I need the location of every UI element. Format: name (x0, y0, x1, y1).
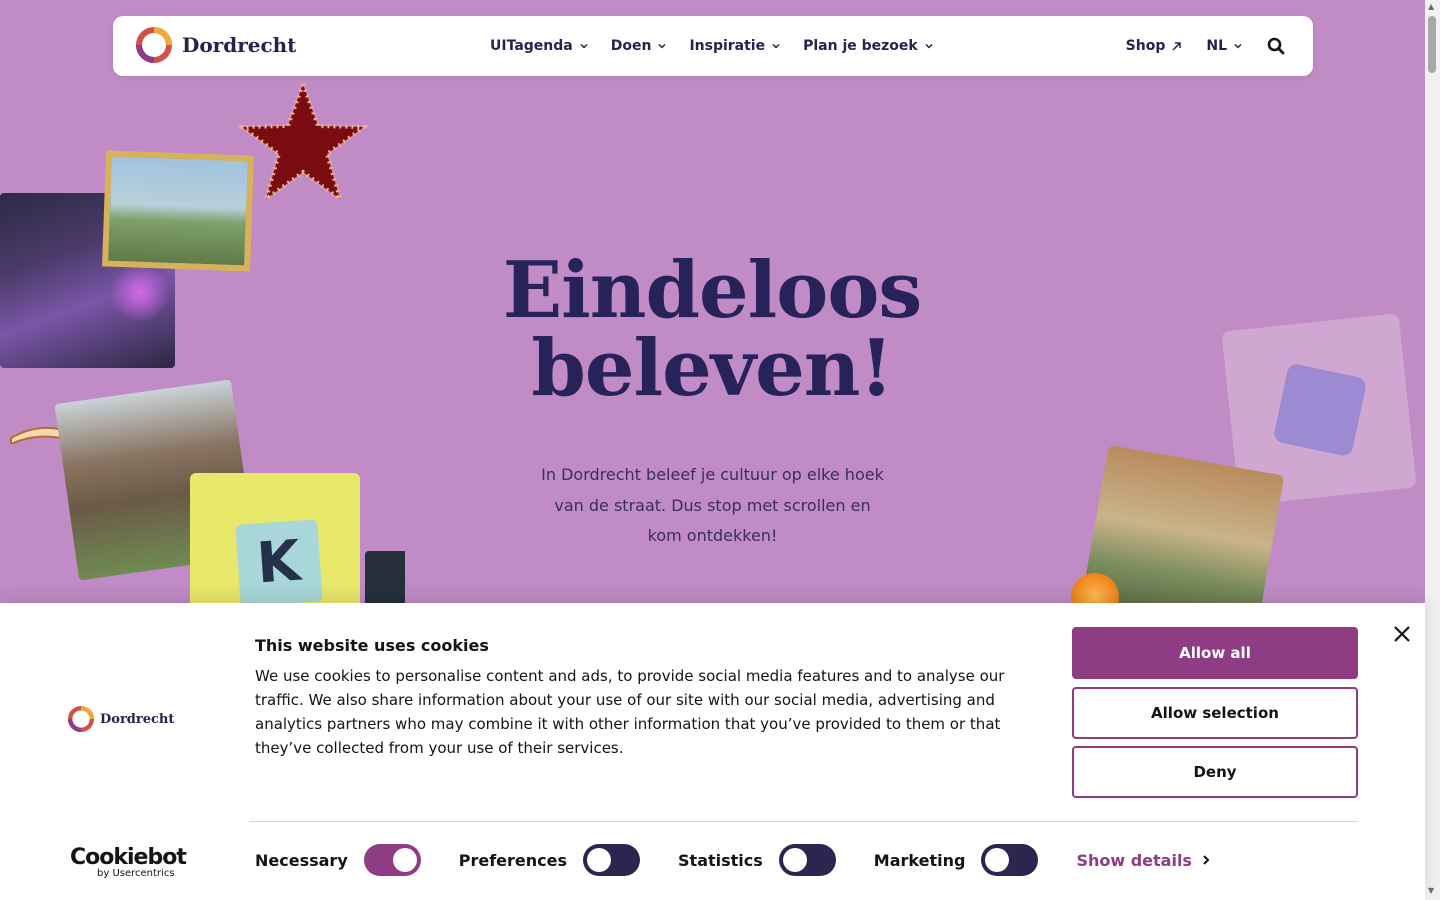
hero-title-line-2: beleven! (531, 323, 893, 414)
scrollbar-thumb[interactable] (1428, 16, 1436, 73)
nav-menu: UITagenda Doen Inspiratie Plan je bezoek (490, 16, 934, 76)
toggle-marketing: Marketing (874, 844, 1039, 876)
hero-subtitle: In Dordrecht beleef je cultuur op elke h… (541, 465, 884, 545)
chevron-down-icon (772, 43, 780, 49)
cookie-brand-logo: Dordrecht (68, 706, 174, 732)
language-selector[interactable]: NL (1206, 38, 1243, 54)
main-navbar: Dordrecht UITagenda Doen Inspiratie Plan… (113, 16, 1313, 76)
dark-card (365, 551, 405, 611)
show-details-label: Show details (1076, 850, 1192, 870)
dordrecht-logo-icon (136, 27, 172, 63)
nav-item-label: UITagenda (490, 38, 573, 54)
show-details-link[interactable]: Show details (1076, 851, 1210, 870)
shop-label: Shop (1125, 38, 1166, 54)
deny-button[interactable]: Deny (1072, 746, 1358, 798)
cookie-description: We use cookies to personalise content an… (255, 667, 1005, 757)
consent-toggles: Necessary Preferences Statistics Marketi… (255, 843, 1210, 877)
hero-title: Eindeloos beleven! (432, 252, 992, 408)
toggle-label: Marketing (873, 850, 966, 870)
scroll-up-arrow-icon[interactable]: ▲ (1428, 2, 1434, 11)
marketing-switch[interactable] (981, 844, 1039, 876)
nav-item-label: Doen (610, 38, 652, 54)
shop-link[interactable]: Shop (1126, 38, 1183, 54)
kunstlab-logo-icon (1272, 362, 1368, 458)
chevron-down-icon (658, 43, 666, 49)
nav-item-uitagenda[interactable]: UITagenda (490, 38, 589, 54)
dordrecht-logo-icon (68, 706, 94, 732)
chevron-down-icon (925, 43, 933, 49)
toggle-statistics: Statistics (678, 844, 836, 876)
toggle-label: Preferences (458, 850, 568, 870)
chevron-down-icon (1234, 43, 1242, 49)
statistics-switch[interactable] (778, 844, 836, 876)
search-icon[interactable] (1267, 37, 1285, 55)
painting-frame-image (102, 150, 254, 272)
cookie-title: This website uses cookies (255, 636, 489, 655)
cookie-brand-name: Dordrecht (100, 711, 175, 727)
allow-all-button[interactable]: Allow all (1072, 627, 1358, 679)
cookiebot-logo: Cookiebot by Usercentrics (70, 845, 187, 879)
preferences-switch[interactable] (583, 844, 641, 876)
hero-title-line-1: Eindeloos (502, 245, 923, 336)
nav-item-inspiratie[interactable]: Inspiratie (689, 38, 781, 54)
nav-utilities: Shop NL (1126, 16, 1285, 76)
cookie-divider (249, 821, 1358, 822)
language-label: NL (1206, 38, 1227, 54)
allow-selection-button[interactable]: Allow selection (1072, 687, 1358, 739)
necessary-switch[interactable] (363, 844, 421, 876)
toggle-label: Statistics (678, 850, 763, 870)
nav-item-label: Plan je bezoek (803, 38, 918, 54)
nav-item-label: Inspiratie (689, 38, 766, 54)
cookiebot-name: Cookiebot (70, 845, 187, 870)
close-icon[interactable] (1392, 624, 1412, 644)
k-letter: K (254, 528, 303, 597)
scroll-down-arrow-icon[interactable]: ▼ (1428, 886, 1434, 895)
brand-link[interactable]: Dordrecht (136, 27, 296, 63)
external-arrow-icon (1172, 41, 1182, 51)
brand-name: Dordrecht (182, 33, 297, 57)
nav-item-doen[interactable]: Doen (611, 38, 668, 54)
chevron-down-icon (580, 43, 588, 49)
toggle-preferences: Preferences (458, 844, 641, 876)
star-icon (238, 80, 368, 204)
chevron-right-icon (1203, 855, 1210, 865)
page-scrollbar[interactable]: ▲ ▼ (1425, 0, 1440, 900)
toggle-necessary: Necessary (255, 844, 421, 876)
nav-item-plan-je-bezoek[interactable]: Plan je bezoek (803, 38, 934, 54)
toggle-label: Necessary (255, 850, 348, 870)
k-logo-card: K (235, 519, 323, 607)
